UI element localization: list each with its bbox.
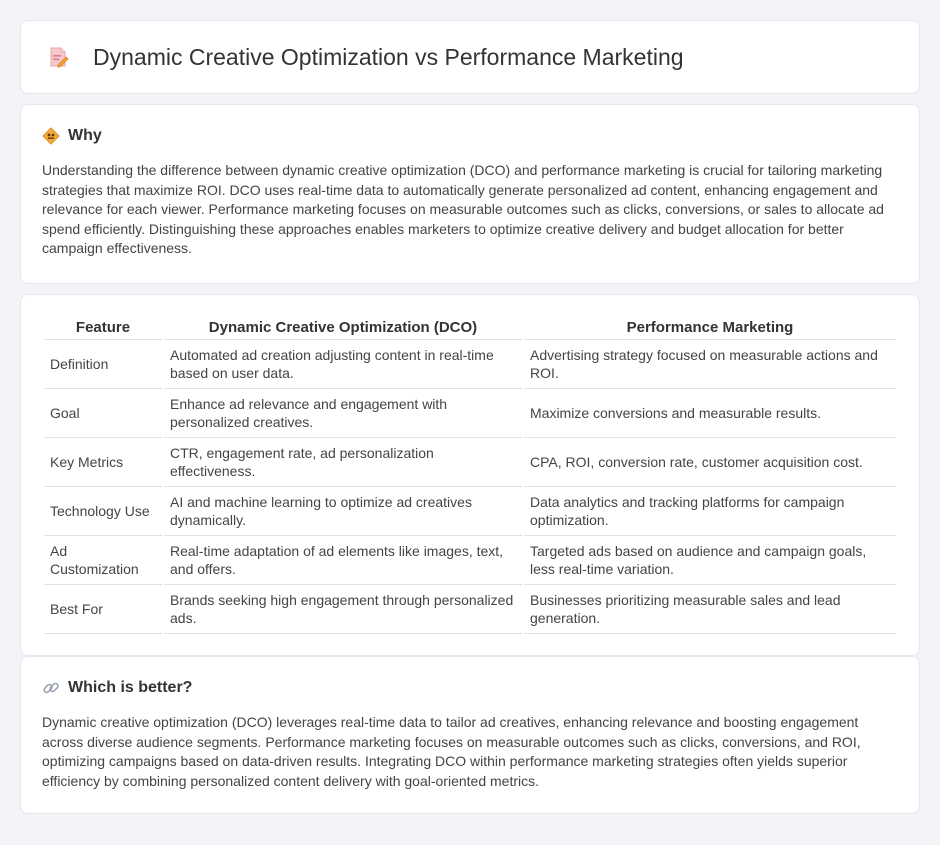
dco-cell: Brands seeking high engagement through p… <box>164 585 522 634</box>
why-title: Why <box>68 127 102 144</box>
table-row: Goal Enhance ad relevance and engagement… <box>44 389 896 438</box>
which-section: Which is better? Dynamic creative optimi… <box>20 656 920 814</box>
diamond-sign-icon <box>42 127 60 145</box>
why-heading: Why <box>42 127 898 145</box>
link-icon <box>42 679 60 697</box>
performance-cell: Targeted ads based on audience and campa… <box>524 536 896 585</box>
performance-cell: Maximize conversions and measurable resu… <box>524 389 896 438</box>
dco-cell: Automated ad creation adjusting content … <box>164 340 522 389</box>
table-row: Definition Automated ad creation adjusti… <box>44 340 896 389</box>
feature-cell: Best For <box>44 585 162 634</box>
which-heading: Which is better? <box>42 679 898 697</box>
dco-cell: CTR, engagement rate, ad personalization… <box>164 438 522 487</box>
performance-cell: Businesses prioritizing measurable sales… <box>524 585 896 634</box>
which-title: Which is better? <box>68 679 193 696</box>
column-header-dco: Dynamic Creative Optimization (DCO) <box>164 315 522 340</box>
feature-cell: Goal <box>44 389 162 438</box>
table-row: Best For Brands seeking high engagement … <box>44 585 896 634</box>
comparison-table: Feature Dynamic Creative Optimization (D… <box>42 315 898 634</box>
table-row: Ad Customization Real-time adaptation of… <box>44 536 896 585</box>
document-edit-icon <box>47 46 69 68</box>
dco-cell: Enhance ad relevance and engagement with… <box>164 389 522 438</box>
table-row: Technology Use AI and machine learning t… <box>44 487 896 536</box>
feature-cell: Definition <box>44 340 162 389</box>
why-section: Why Understanding the difference between… <box>20 104 920 284</box>
performance-cell: Data analytics and tracking platforms fo… <box>524 487 896 536</box>
why-paragraph: Understanding the difference between dyn… <box>42 162 884 257</box>
feature-cell: Key Metrics <box>44 438 162 487</box>
feature-cell: Ad Customization <box>44 536 162 585</box>
column-header-feature: Feature <box>44 315 162 340</box>
page-header: Dynamic Creative Optimization vs Perform… <box>20 20 920 94</box>
dco-cell: Real-time adaptation of ad elements like… <box>164 536 522 585</box>
feature-cell: Technology Use <box>44 487 162 536</box>
performance-cell: Advertising strategy focused on measurab… <box>524 340 896 389</box>
page-title: Dynamic Creative Optimization vs Perform… <box>93 43 684 70</box>
which-paragraph: Dynamic creative optimization (DCO) leve… <box>42 714 861 789</box>
table-header-row: Feature Dynamic Creative Optimization (D… <box>44 315 896 340</box>
comparison-section: Feature Dynamic Creative Optimization (D… <box>20 294 920 656</box>
dco-cell: AI and machine learning to optimize ad c… <box>164 487 522 536</box>
performance-cell: CPA, ROI, conversion rate, customer acqu… <box>524 438 896 487</box>
column-header-performance: Performance Marketing <box>524 315 896 340</box>
table-row: Key Metrics CTR, engagement rate, ad per… <box>44 438 896 487</box>
